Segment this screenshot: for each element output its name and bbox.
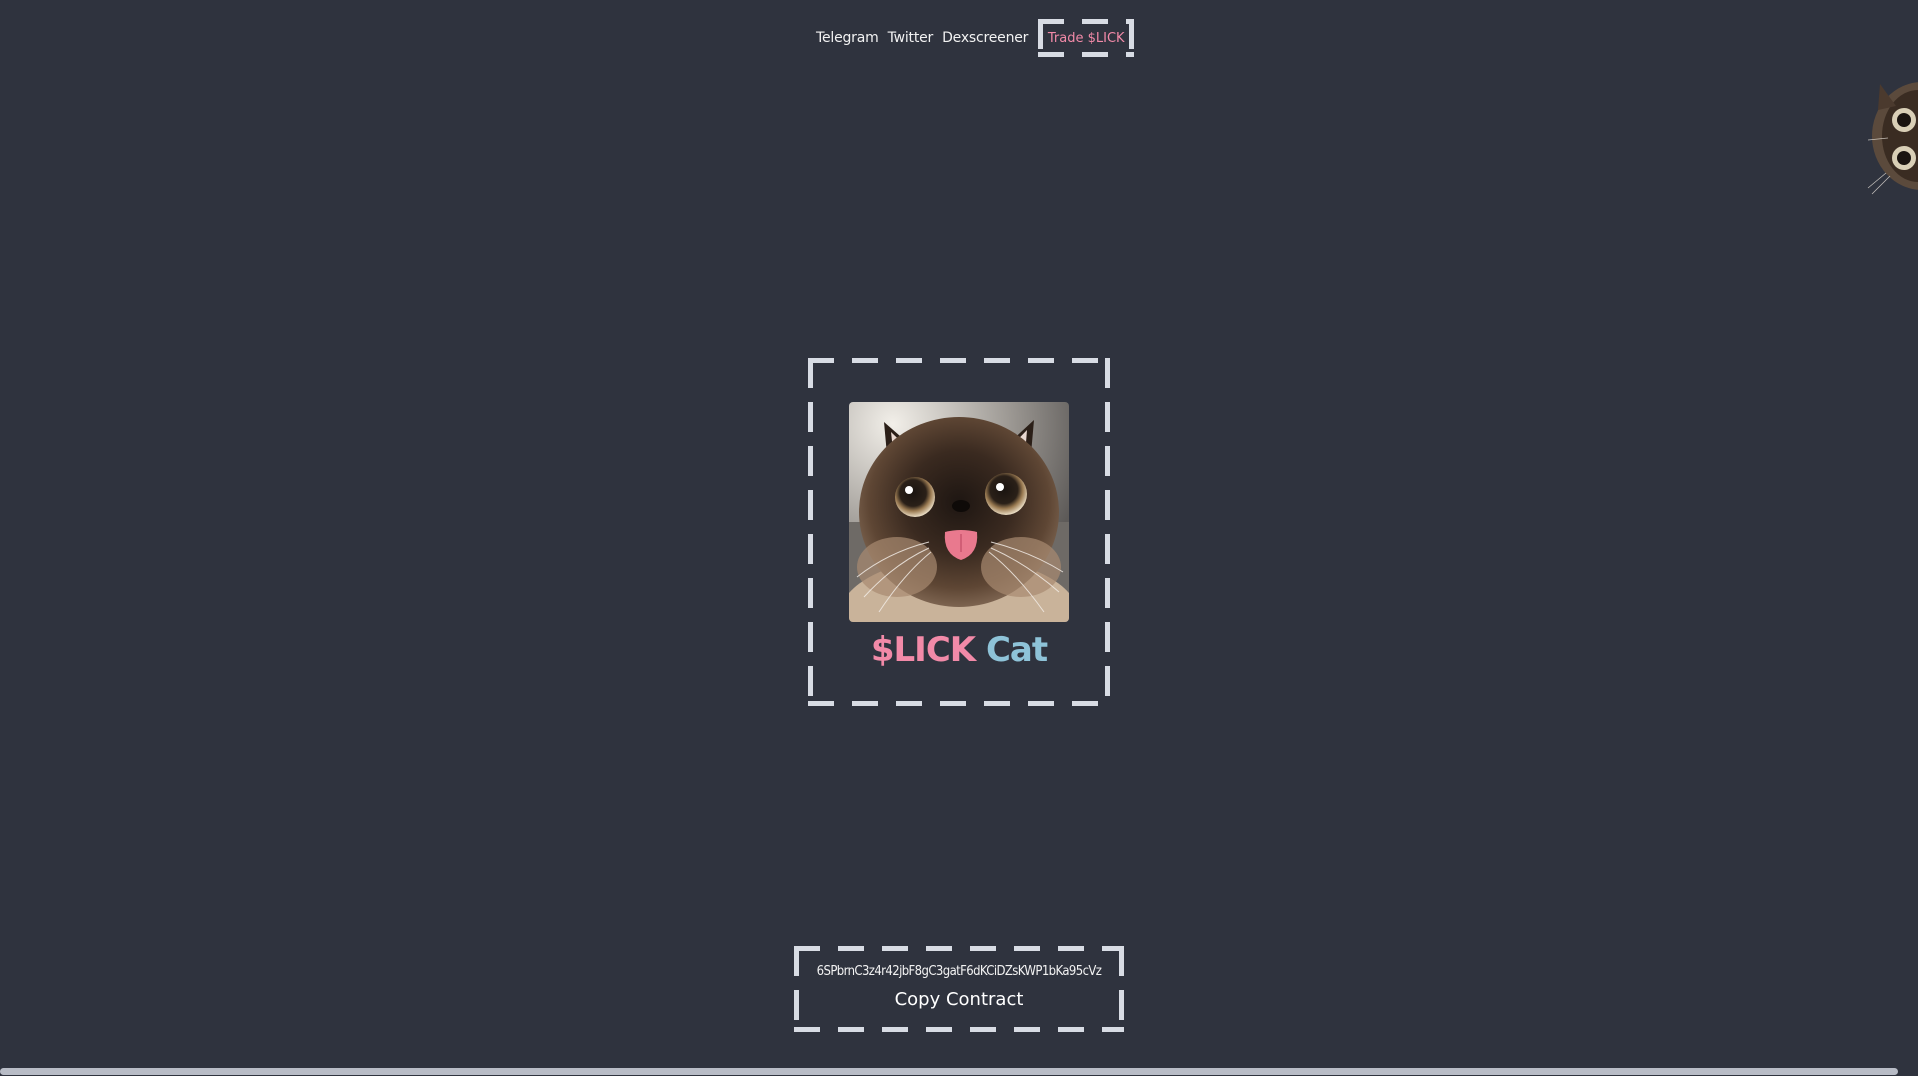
peeking-cat-icon: [1867, 82, 1918, 195]
contract-address[interactable]: 6SPbrnC3z4r42jbF8gC3gatF6dKCiDZsKWP1bKa9…: [794, 964, 1124, 979]
cat-face-icon: [849, 402, 1069, 622]
hero-title-ticker: $LICK: [870, 630, 976, 670]
horizontal-scrollbar[interactable]: [0, 1066, 1918, 1076]
page: Telegram Twitter Dexscreener Trade $LICK: [0, 0, 1918, 1076]
nav-link-dexscreener[interactable]: Dexscreener: [942, 30, 1028, 46]
trade-button[interactable]: Trade $LICK: [1038, 19, 1135, 57]
top-nav: Telegram Twitter Dexscreener Trade $LICK: [816, 18, 1135, 58]
nav-link-twitter[interactable]: Twitter: [888, 30, 934, 46]
trade-button-label: Trade $LICK: [1047, 30, 1125, 46]
cat-photo: [849, 402, 1069, 622]
hero-title-cat: Cat: [985, 630, 1048, 670]
nav-link-telegram[interactable]: Telegram: [816, 30, 879, 46]
scrollbar-thumb[interactable]: [0, 1068, 1898, 1075]
hero-title: $LICK Cat: [808, 630, 1110, 670]
copy-contract-button[interactable]: Copy Contract: [794, 988, 1124, 1011]
peeking-cat-image: [1866, 78, 1918, 196]
